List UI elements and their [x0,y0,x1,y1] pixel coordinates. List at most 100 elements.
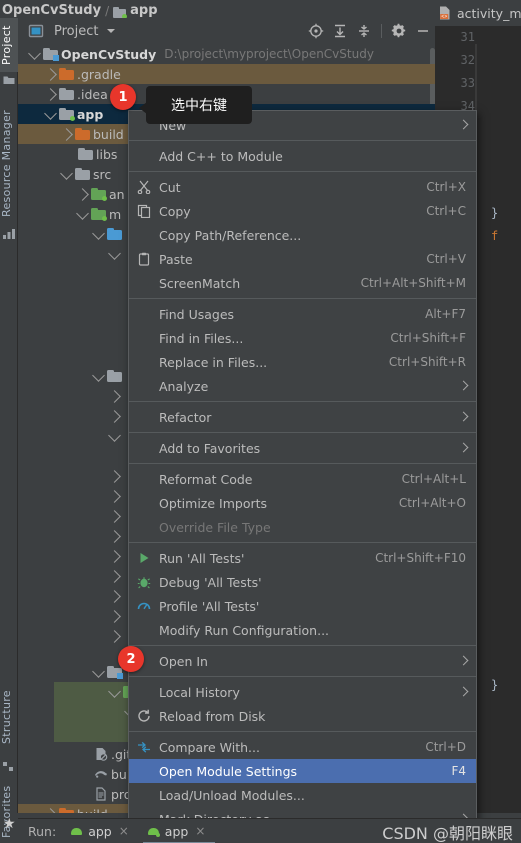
menu-separator [129,401,476,402]
hide-minimize-icon[interactable] [415,23,431,39]
menu-item-label: ScreenMatch [159,275,241,291]
chevron-right-icon[interactable] [108,389,121,403]
line-number: 33 [460,76,475,90]
menu-item-open-in[interactable]: Open In [129,649,476,673]
menu-separator [129,171,476,172]
sidebar-item-project[interactable]: Project [0,18,18,72]
resource-manager-icon[interactable] [3,228,15,240]
line-number-gutter: 31 32 33 34 [449,26,475,118]
menu-item-label: Refactor [159,409,212,425]
menu-item-debug-all-tests[interactable]: Debug 'All Tests' [129,570,476,594]
collapse-all-icon[interactable] [356,23,372,39]
chevron-right-icon[interactable] [44,807,57,813]
locate-icon[interactable] [308,23,324,39]
menu-item-find-in-files[interactable]: Find in Files... Ctrl+Shift+F [129,326,476,350]
structure-icon[interactable] [3,760,15,772]
context-menu[interactable]: New Add C++ to Module Cut Ctrl+X Copy Ct… [128,110,477,843]
menu-item-label: Profile 'All Tests' [159,598,260,614]
chevron-down-icon[interactable] [28,46,41,60]
chevron-right-icon[interactable] [108,469,121,483]
menu-item-load-unload-modules[interactable]: Load/Unload Modules... [129,783,476,807]
menu-item-paste[interactable]: Paste Ctrl+V [129,247,476,271]
chevron-right-icon[interactable] [108,549,121,563]
chevron-right-icon[interactable] [44,67,57,81]
menu-item-label: Copy [159,203,191,219]
chevron-down-icon[interactable] [92,226,105,240]
chevron-down-icon[interactable] [92,368,105,382]
menu-item-copy-path-reference[interactable]: Copy Path/Reference... [129,223,476,247]
menu-item-label: Load/Unload Modules... [159,787,305,803]
menu-separator [129,542,476,543]
breadcrumb-module[interactable]: app [130,4,157,18]
menu-item-copy[interactable]: Copy Ctrl+C [129,199,476,223]
close-icon[interactable]: × [195,824,205,838]
breadcrumb-project[interactable]: OpenCvStudy [2,4,101,18]
chevron-right-icon[interactable] [108,489,121,503]
menu-item-add-cpp-to-module[interactable]: Add C++ to Module [129,144,476,168]
chevron-down-icon[interactable] [44,106,57,120]
chevron-right-icon[interactable] [44,87,57,101]
chevron-right-icon[interactable] [108,589,121,603]
menu-item-replace-in-files[interactable]: Replace in Files... Ctrl+Shift+R [129,350,476,374]
run-tab-app-1[interactable]: app × [70,824,129,839]
chevron-down-icon[interactable] [108,428,121,442]
chevron-down-icon[interactable] [104,23,120,39]
tree-row-label: OpenCvStudy [61,46,157,62]
chevron-down-icon[interactable] [108,684,121,698]
menu-item-label: Override File Type [159,519,271,535]
close-icon[interactable]: × [119,824,129,838]
tree-row-label: m [109,206,122,222]
watermark: CSDN @朝阳眯眼 [382,824,513,843]
project-panel-title[interactable]: Project [54,24,98,39]
sidebar-item-resource-manager[interactable]: Resource Manager [0,103,18,225]
chevron-down-icon[interactable] [108,246,121,260]
menu-item-analyze[interactable]: Analyze [129,374,476,398]
menu-item-screenmatch[interactable]: ScreenMatch Ctrl+Alt+Shift+M [129,271,476,295]
gradle-file-icon [94,767,108,781]
chevron-right-icon[interactable] [108,409,121,423]
tree-row-gradle[interactable]: .gradle [18,64,435,84]
menu-item-cut[interactable]: Cut Ctrl+X [129,175,476,199]
menu-item-optimize-imports[interactable]: Optimize Imports Ctrl+Alt+O [129,491,476,515]
chevron-right-icon[interactable] [108,629,121,643]
menu-item-compare-with[interactable]: Compare With... Ctrl+D [129,735,476,759]
android-xml-layout-icon: <> [437,5,453,21]
chevron-down-icon[interactable] [60,166,73,180]
project-files-icon[interactable] [3,74,15,86]
chevron-right-icon[interactable] [108,609,121,623]
menu-item-reload-from-disk[interactable]: Reload from Disk [129,704,476,728]
menu-item-open-module-settings[interactable]: Open Module Settings F4 [129,759,476,783]
run-green-triangle-icon [137,551,151,565]
menu-item-refactor[interactable]: Refactor [129,405,476,429]
menu-item-profile-all-tests[interactable]: Profile 'All Tests' [129,594,476,618]
chevron-right-icon[interactable] [76,187,89,201]
menu-item-label: Local History [159,684,240,700]
menu-item-local-history[interactable]: Local History [129,680,476,704]
tree-row-opencvstudy[interactable]: OpenCvStudy D:\project\myproject\OpenCvS… [18,44,435,64]
menu-item-reformat-code[interactable]: Reformat Code Ctrl+Alt+L [129,467,476,491]
chevron-down-icon[interactable] [92,664,105,678]
editor-tab-label[interactable]: activity_main [457,6,521,21]
menu-item-find-usages[interactable]: Find Usages Alt+F7 [129,302,476,326]
expand-all-icon[interactable] [332,23,348,39]
sidebar-item-favorites[interactable]: Favorites [0,776,18,843]
chevron-right-icon[interactable] [108,569,121,583]
menu-separator [129,432,476,433]
folder-icon [91,207,107,221]
run-tab-app-2[interactable]: app × [142,824,215,843]
chevron-right-icon[interactable] [108,509,121,523]
folder-icon [75,127,90,140]
folder-icon [59,807,74,813]
chevron-right-icon[interactable] [60,127,73,141]
sidebar-item-structure[interactable]: Structure [0,678,18,756]
chevron-right-icon[interactable] [108,529,121,543]
chevron-down-icon[interactable] [76,206,89,220]
menu-item-shortcut: Ctrl+X [426,180,466,194]
menu-item-run-all-tests[interactable]: Run 'All Tests' Ctrl+Shift+F10 [129,546,476,570]
menu-item-add-to-favorites[interactable]: Add to Favorites [129,436,476,460]
menu-separator [129,140,476,141]
menu-item-label: Modify Run Configuration... [159,622,330,638]
star-icon[interactable]: ★ [3,817,16,831]
menu-item-modify-run-configuration[interactable]: Modify Run Configuration... [129,618,476,642]
settings-gear-icon[interactable] [391,23,407,39]
